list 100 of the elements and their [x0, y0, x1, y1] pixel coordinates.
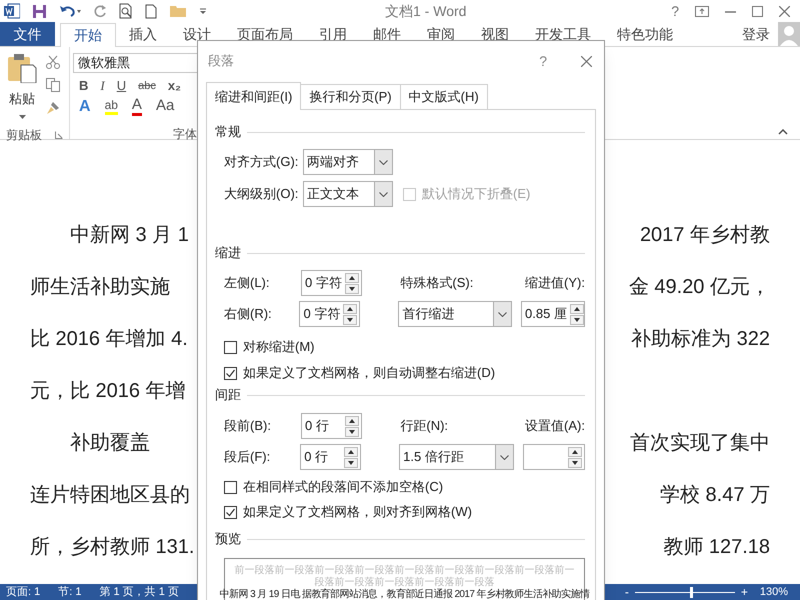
ribbon-display-icon[interactable] — [695, 6, 709, 16]
spin-field[interactable]: 0 字符 — [299, 301, 360, 327]
format-button[interactable]: abc — [138, 78, 156, 94]
scissors-icon[interactable] — [46, 55, 60, 69]
document-text: 教师 127.18 — [663, 535, 770, 560]
dialog-launcher-icon[interactable] — [55, 130, 63, 138]
zoom-in-button[interactable]: + — [740, 584, 748, 600]
print-preview-icon[interactable] — [119, 3, 133, 19]
special-indent-dropdown[interactable]: 首行缩进 — [398, 301, 512, 327]
ribbon-tab[interactable]: 设计 — [170, 22, 224, 46]
checkbox[interactable] — [224, 366, 237, 380]
spin-down-icon[interactable] — [343, 314, 358, 324]
spin-field[interactable]: 0 行 — [300, 413, 362, 439]
paintbrush-icon[interactable] — [46, 101, 60, 115]
section-heading: 预览 — [215, 530, 241, 548]
ribbon-tab[interactable]: 开发工具 — [522, 22, 604, 46]
document-text: 2017 年乡村教 — [640, 223, 770, 248]
spin-field[interactable]: 0 行 — [300, 444, 362, 470]
ribbon-tab[interactable]: 引用 — [306, 22, 360, 46]
caret-icon — [18, 114, 26, 118]
color-button[interactable]: A — [132, 97, 142, 116]
effects-button[interactable]: A — [79, 94, 91, 118]
sign-in-link[interactable]: 登录 — [734, 22, 778, 46]
field-label: 大纲级别(O): — [224, 185, 300, 204]
spin-up-icon[interactable] — [568, 446, 582, 456]
status-text: 第 1 页，共 1 页 — [99, 585, 179, 600]
field-label: 特殊格式(S): — [399, 274, 474, 292]
checkbox-label: 如果定义了文档网格，则自动调整右缩进(D) — [243, 364, 496, 382]
customize-caret-icon[interactable] — [199, 7, 207, 15]
outline-level-dropdown[interactable]: 正文文本 — [303, 181, 393, 207]
ribbon-tab[interactable]: 审阅 — [414, 22, 468, 46]
help-button[interactable]: ? — [671, 4, 679, 18]
field-label: 左侧(L): — [224, 274, 270, 292]
zoom-slider[interactable] — [634, 586, 735, 598]
new-document-icon[interactable] — [145, 4, 157, 18]
line-spacing-dropdown[interactable]: 1.5 倍行距 — [399, 444, 514, 470]
word-logo-icon[interactable] — [4, 3, 20, 19]
ribbon-tab[interactable]: 插入 — [116, 22, 170, 46]
zoom-slider-thumb[interactable] — [690, 586, 693, 598]
checkbox-label: 在相同样式的段落间不添加空格(C) — [243, 478, 444, 496]
spin-down-icon[interactable] — [345, 284, 360, 294]
section-heading: 间距 — [215, 386, 241, 404]
checkbox[interactable] — [224, 480, 237, 494]
group-label: 剪贴板 — [6, 126, 42, 144]
checkbox[interactable] — [224, 506, 237, 518]
document-text: 师生活补助实施 — [30, 275, 170, 300]
ribbon-tab[interactable]: 视图 — [468, 22, 522, 46]
dialog-tab[interactable]: 缩进和间距(I) — [206, 82, 302, 110]
maximize-icon[interactable] — [752, 6, 763, 16]
alignment-dropdown[interactable]: 两端对齐 — [303, 149, 393, 175]
collapse-ribbon-icon[interactable] — [778, 129, 788, 135]
spin-down-icon[interactable] — [570, 314, 584, 324]
close-icon[interactable] — [581, 56, 592, 66]
format-button[interactable]: B — [79, 76, 88, 96]
paste-button[interactable]: 粘贴 — [6, 53, 38, 118]
spin-down-icon[interactable] — [568, 458, 582, 468]
document-text: 金 49.20 亿元， — [628, 275, 770, 300]
file-tab[interactable]: 文件 — [0, 22, 55, 46]
undo-icon[interactable] — [59, 4, 81, 18]
spin-down-icon[interactable] — [345, 426, 360, 436]
format-button[interactable]: x₂ — [168, 76, 181, 96]
preview-text: 前一段落前一段落前一段落前一段落前一段落前一段落前一段落前一段落前一 — [234, 565, 574, 576]
checkbox[interactable] — [224, 340, 237, 354]
section-heading: 缩进 — [215, 244, 241, 262]
zoom-out-button[interactable]: - — [624, 584, 629, 600]
help-button[interactable]: ? — [539, 54, 547, 68]
document-text: 补助标准为 322 — [631, 327, 770, 352]
case-button[interactable]: Aa — [156, 95, 174, 118]
format-button[interactable]: I — [100, 76, 105, 96]
spin-up-icon[interactable] — [345, 272, 360, 282]
redo-icon[interactable] — [93, 4, 107, 18]
highlight-button[interactable]: ab — [104, 98, 118, 115]
spin-field[interactable] — [523, 444, 585, 470]
checkbox-label: 默认情况下折叠(E) — [422, 185, 530, 204]
spin-down-icon[interactable] — [344, 458, 358, 468]
document-text: 中新网 3 月 1 — [69, 223, 189, 248]
spin-field[interactable]: 0 字符 — [300, 270, 362, 296]
spin-up-icon[interactable] — [345, 416, 360, 426]
ribbon-tab[interactable]: 特色功能 — [604, 22, 686, 46]
document-text: 比 2016 年增加 4. — [30, 327, 188, 352]
spin-up-icon[interactable] — [344, 446, 358, 456]
spin-field[interactable]: 0.85 厘 — [521, 301, 585, 327]
spin-up-icon[interactable] — [570, 304, 584, 314]
document-text: 元，比 2016 年增 — [30, 379, 186, 404]
ribbon-tab[interactable]: 邮件 — [360, 22, 414, 46]
field-label: 缩进值(Y): — [525, 274, 585, 292]
document-text: 首次实现了集中 — [630, 431, 770, 456]
ribbon-tab[interactable]: 开始 — [60, 23, 116, 47]
section-heading: 常规 — [215, 123, 241, 142]
dialog-tab[interactable]: 换行和分页(P) — [301, 84, 401, 109]
dialog-title: 段落 — [208, 52, 235, 70]
close-icon[interactable] — [779, 6, 790, 16]
spin-up-icon[interactable] — [343, 304, 358, 314]
copy-icon[interactable] — [46, 78, 60, 92]
format-button[interactable]: U — [116, 76, 126, 96]
dialog-tab[interactable]: 中文版式(H) — [400, 84, 488, 109]
chevron-down-icon — [500, 454, 510, 460]
field-label: 段后(F): — [224, 448, 272, 466]
field-label: 行距(N): — [399, 417, 450, 436]
status-text: 节: 1 — [58, 585, 82, 600]
